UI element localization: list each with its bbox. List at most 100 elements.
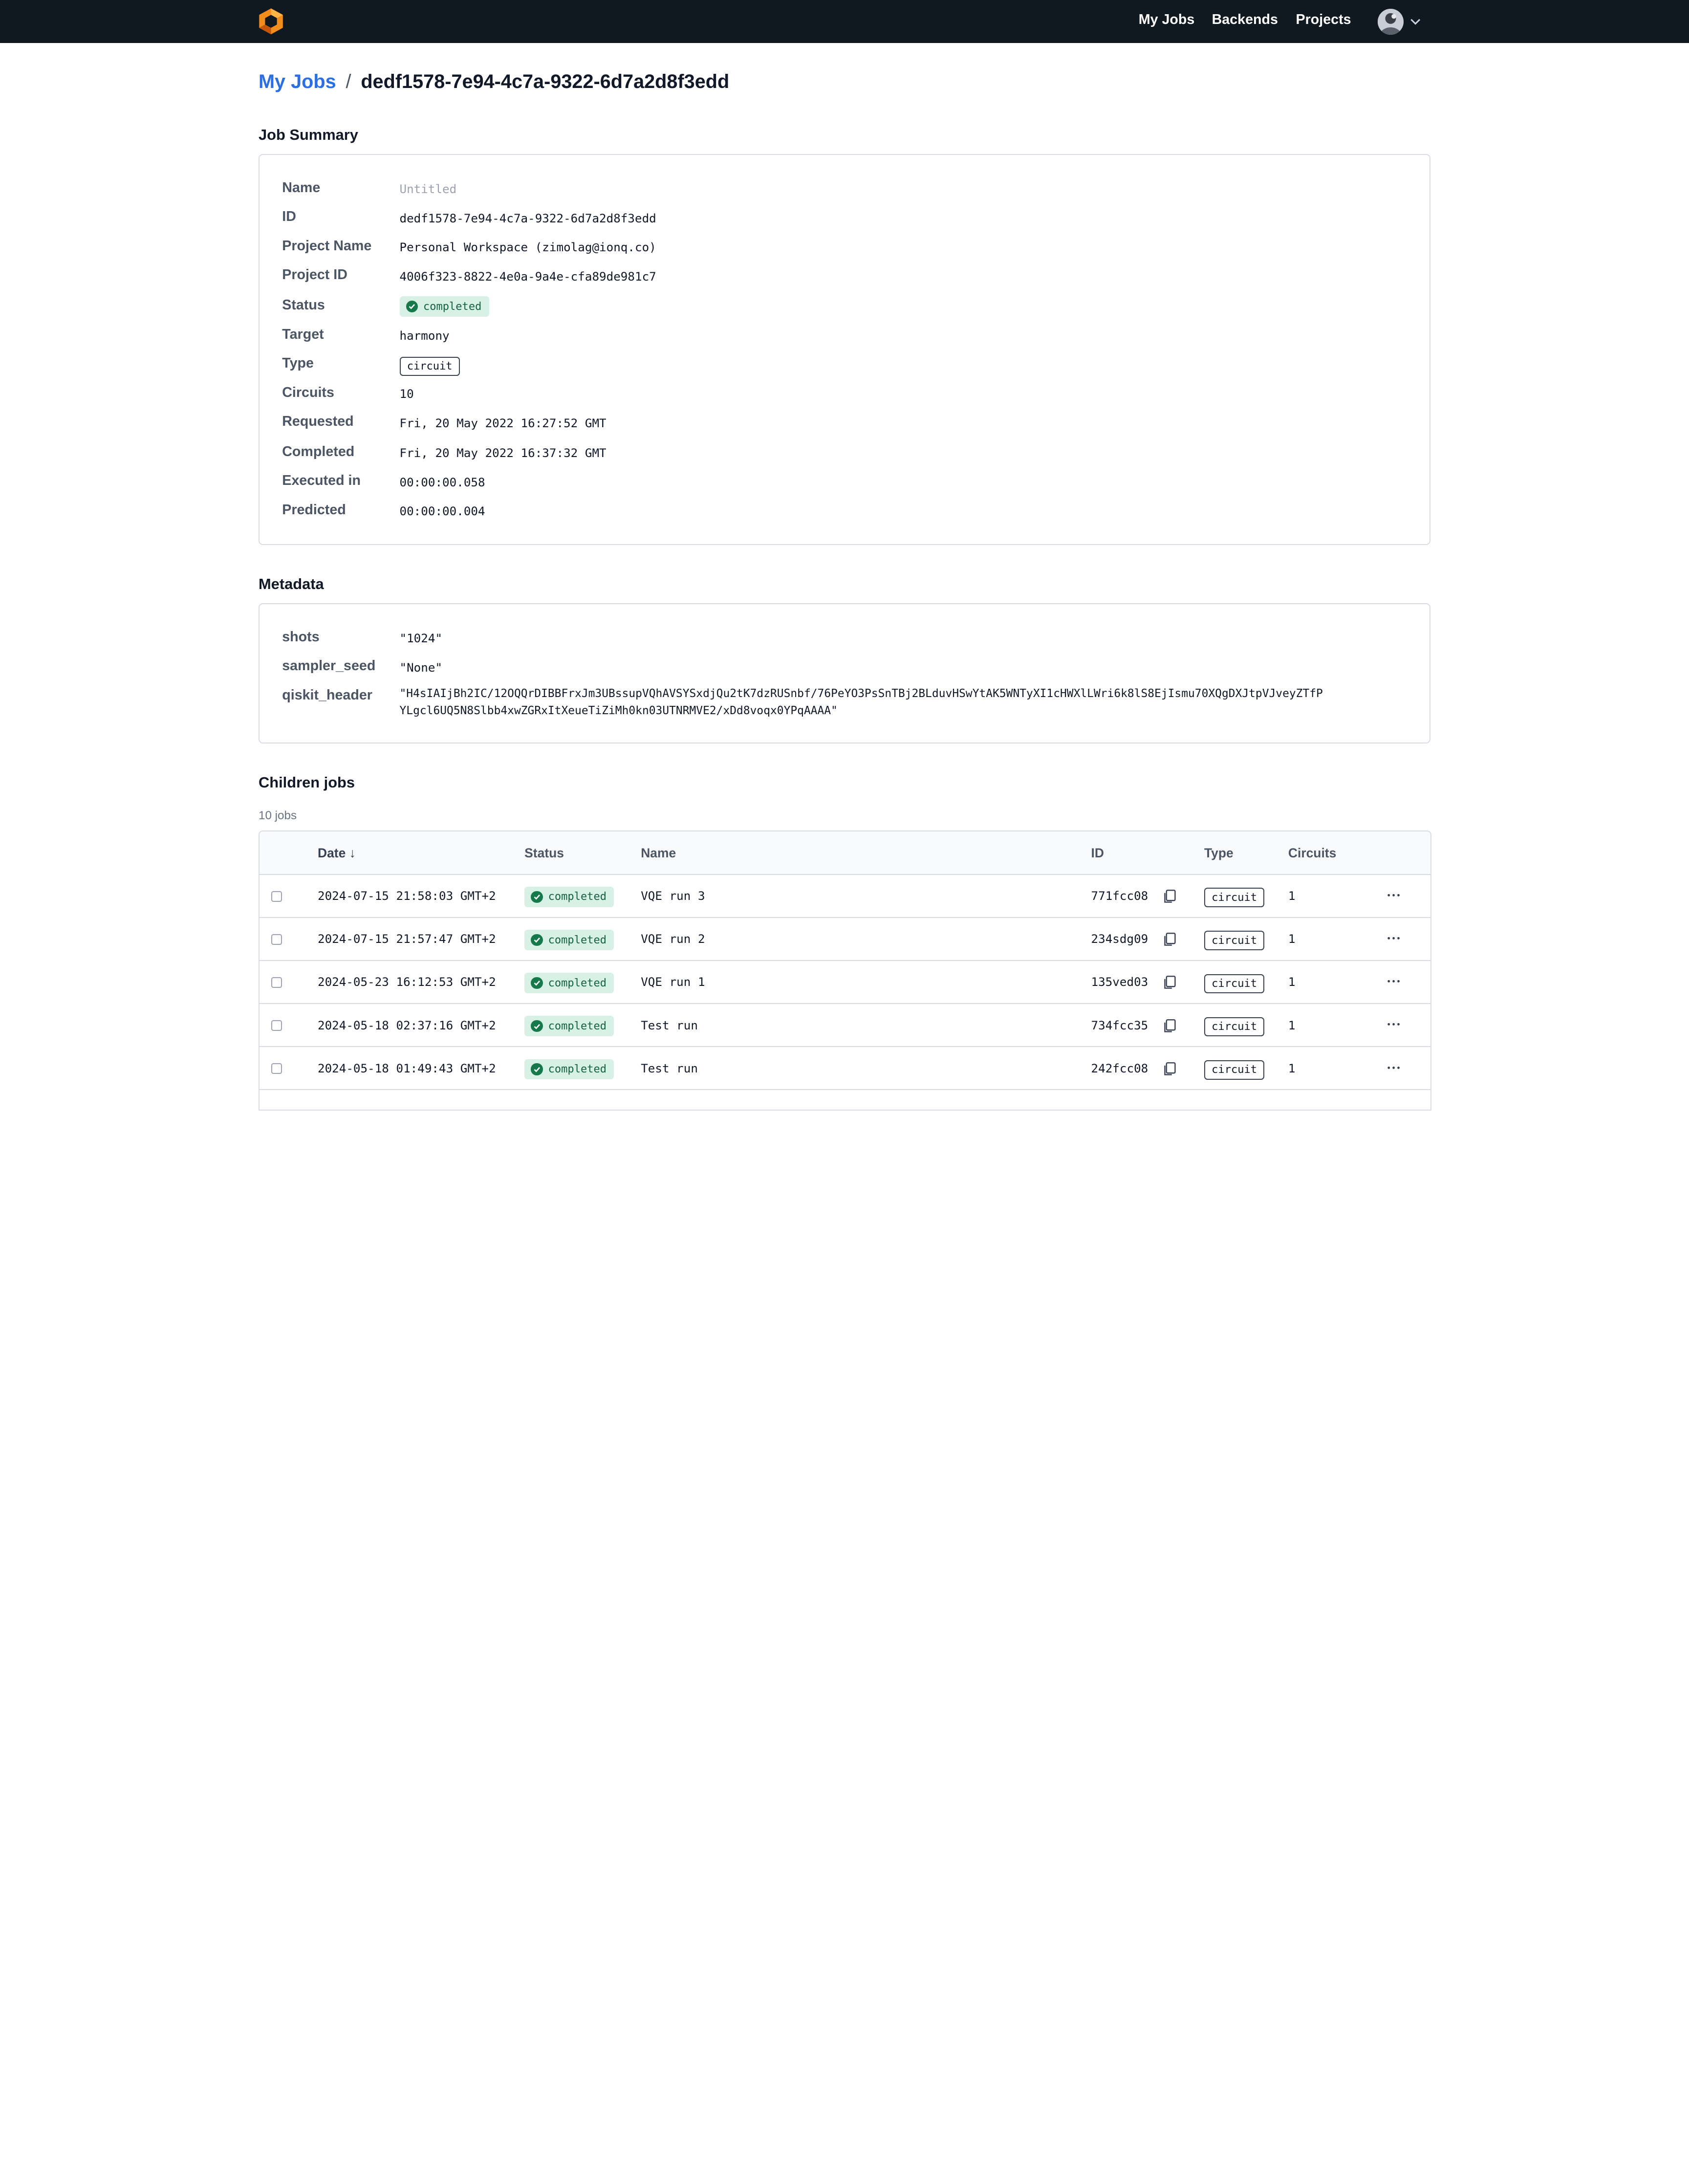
table-row[interactable]: 2024-07-15 21:58:03 GMT+2 completed VQE … xyxy=(259,875,1431,918)
row-name[interactable]: VQE run 1 xyxy=(641,975,705,989)
row-checkbox[interactable] xyxy=(271,977,282,988)
children-jobs-heading: Children jobs xyxy=(258,773,355,791)
metadata-value-qiskit-header-line1: "H4sIAIjBh2IC/12OQQrDIBBFrxJm3UBssupVQhA… xyxy=(399,687,1323,700)
metadata-card: shots "1024" sampler_seed "None" qiskit_… xyxy=(258,603,1431,743)
type-badge-text: circuit xyxy=(1204,1017,1265,1037)
table-row[interactable]: 2024-05-18 02:37:16 GMT+2 completed Test… xyxy=(259,1004,1431,1048)
row-date: 2024-05-18 01:49:43 GMT+2 xyxy=(317,1061,496,1075)
type-badge-text: circuit xyxy=(1204,931,1265,951)
copy-icon[interactable] xyxy=(1162,975,1177,990)
status-badge: completed xyxy=(399,295,489,317)
children-jobs-count: 10 jobs xyxy=(258,809,297,823)
metadata-label-qiskit-header: qiskit_header xyxy=(282,687,372,703)
table-row[interactable]: 2024-05-18 01:49:43 GMT+2 completed Test… xyxy=(259,1047,1431,1091)
breadcrumb-my-jobs-link[interactable]: My Jobs xyxy=(259,71,336,92)
summary-value-completed: Fri, 20 May 2022 16:37:32 GMT xyxy=(399,446,606,460)
summary-value-project-id: 4006f323-8822-4e0a-9a4e-cfa89de981c7 xyxy=(399,269,656,284)
row-checkbox[interactable] xyxy=(271,1020,282,1031)
status-badge: completed xyxy=(524,1058,614,1080)
status-badge: completed xyxy=(524,972,614,994)
check-circle-icon xyxy=(531,1063,543,1075)
top-navbar: My Jobs Backends Projects xyxy=(0,0,1689,44)
summary-value-id: dedf1578-7e94-4c7a-9322-6d7a2d8f3edd xyxy=(399,211,656,225)
nav-projects[interactable]: Projects xyxy=(1296,12,1351,28)
metadata-label-shots: shots xyxy=(282,629,320,645)
type-badge-text: circuit xyxy=(399,356,460,376)
more-horizontal-icon[interactable] xyxy=(1385,974,1402,989)
more-horizontal-icon[interactable] xyxy=(1385,888,1402,903)
summary-value-project-name: Personal Workspace (zimolag@ionq.co) xyxy=(399,240,656,255)
row-date: 2024-05-23 16:12:53 GMT+2 xyxy=(317,975,496,989)
check-circle-icon xyxy=(531,1020,543,1032)
summary-label-type: Type xyxy=(282,355,314,371)
type-badge: circuit xyxy=(1204,1058,1265,1080)
status-text: completed xyxy=(548,891,607,903)
table-row[interactable]: 2024-07-15 21:57:47 GMT+2 completed VQE … xyxy=(259,918,1431,961)
status-text: completed xyxy=(548,934,607,946)
column-header-name[interactable]: Name xyxy=(641,846,676,861)
summary-value-target: harmony xyxy=(399,328,450,343)
summary-label-circuits: Circuits xyxy=(282,384,334,400)
column-header-status[interactable]: Status xyxy=(524,846,564,861)
status-badge: completed xyxy=(524,929,614,950)
row-circuits: 1 xyxy=(1288,1061,1296,1075)
type-badge-text: circuit xyxy=(1204,974,1265,994)
more-horizontal-icon[interactable] xyxy=(1385,931,1402,946)
summary-value-requested: Fri, 20 May 2022 16:27:52 GMT xyxy=(399,415,606,430)
row-circuits: 1 xyxy=(1288,975,1296,989)
avatar[interactable] xyxy=(1378,8,1404,35)
column-header-date[interactable]: Date ↓ xyxy=(318,846,356,861)
row-id: 135ved03 xyxy=(1091,975,1148,989)
row-checkbox[interactable] xyxy=(271,1063,282,1074)
metadata-value-shots: "1024" xyxy=(399,631,443,646)
type-badge-text: circuit xyxy=(1204,1060,1265,1080)
row-id: 242fcc08 xyxy=(1091,1061,1148,1075)
row-circuits: 1 xyxy=(1288,932,1296,946)
row-name[interactable]: Test run xyxy=(641,1061,698,1075)
metadata-value-sampler-seed: "None" xyxy=(399,660,443,675)
user-avatar-icon xyxy=(1378,8,1404,35)
type-badge: circuit xyxy=(399,354,460,376)
column-header-circuits[interactable]: Circuits xyxy=(1288,846,1336,861)
copy-icon[interactable] xyxy=(1162,1018,1177,1033)
summary-label-project-name: Project Name xyxy=(282,238,372,254)
chevron-down-icon[interactable] xyxy=(1409,15,1422,28)
row-name[interactable]: VQE run 3 xyxy=(641,889,705,903)
metadata-value-qiskit-header-line2: YLgcl6UQ5N8Slbb4xwZGRxItXeueTiZiMh0kn03U… xyxy=(399,704,838,718)
table-row[interactable]: 2024-05-23 16:12:53 GMT+2 completed VQE … xyxy=(259,961,1431,1004)
job-summary-heading: Job Summary xyxy=(258,126,358,143)
status-text: completed xyxy=(548,1063,607,1075)
row-date: 2024-07-15 21:57:47 GMT+2 xyxy=(317,932,496,946)
row-name[interactable]: Test run xyxy=(641,1018,698,1032)
column-header-id[interactable]: ID xyxy=(1091,846,1104,861)
copy-icon[interactable] xyxy=(1162,1061,1177,1076)
row-name[interactable]: VQE run 2 xyxy=(641,932,705,946)
summary-label-project-id: Project ID xyxy=(282,267,347,283)
nav-backends[interactable]: Backends xyxy=(1212,12,1278,28)
more-horizontal-icon[interactable] xyxy=(1385,1060,1402,1075)
summary-value-predicted: 00:00:00.004 xyxy=(399,504,485,519)
table-header: Date ↓ Status Name ID Type Circuits xyxy=(259,831,1431,875)
row-id: 771fcc08 xyxy=(1091,889,1148,903)
summary-value-name: Untitled xyxy=(399,182,457,197)
column-header-type[interactable]: Type xyxy=(1204,846,1234,861)
breadcrumb-separator: / xyxy=(346,71,351,93)
check-circle-icon xyxy=(531,934,543,946)
summary-value-circuits: 10 xyxy=(399,387,414,401)
row-date: 2024-07-15 21:58:03 GMT+2 xyxy=(317,889,496,903)
type-badge-text: circuit xyxy=(1204,888,1265,907)
row-checkbox[interactable] xyxy=(271,891,282,902)
check-circle-icon xyxy=(531,977,543,989)
copy-icon[interactable] xyxy=(1162,932,1177,947)
row-checkbox[interactable] xyxy=(271,934,282,945)
type-badge: circuit xyxy=(1204,1015,1265,1037)
row-id: 234sdg09 xyxy=(1091,932,1148,946)
status-badge: completed xyxy=(524,1015,614,1037)
copy-icon[interactable] xyxy=(1162,889,1177,904)
nav-my-jobs[interactable]: My Jobs xyxy=(1139,12,1195,28)
status-text: completed xyxy=(548,977,607,989)
check-circle-icon xyxy=(531,891,543,903)
more-horizontal-icon[interactable] xyxy=(1385,1017,1402,1032)
summary-label-target: Target xyxy=(282,326,324,342)
hexagon-logo-icon[interactable] xyxy=(258,7,284,35)
